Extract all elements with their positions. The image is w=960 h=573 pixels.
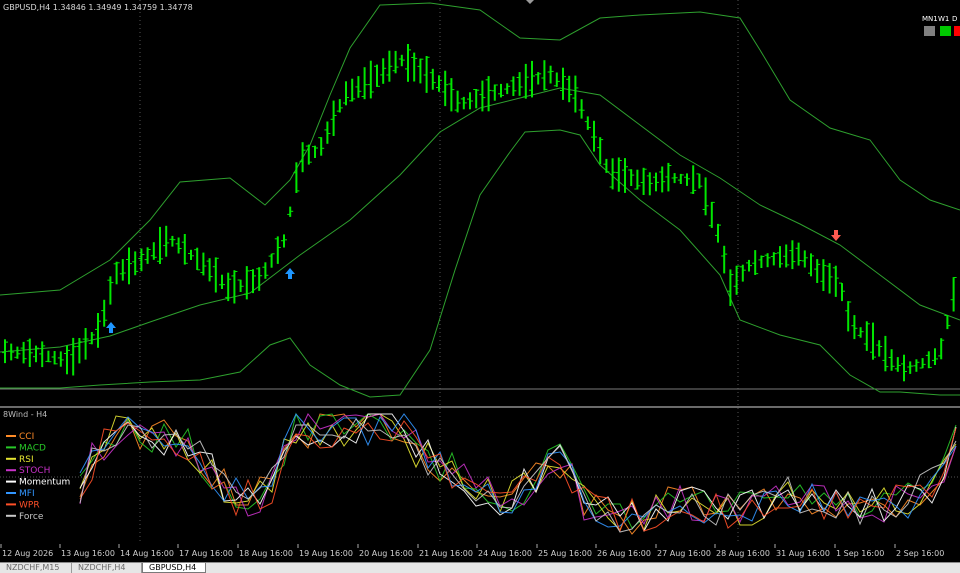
date-label: 12 Aug 2026 xyxy=(2,549,53,558)
date-label: 27 Aug 16:00 xyxy=(657,549,711,558)
chart-tabs: NZDCHF,M15 NZDCHF,H4 GBPUSD,H4 xyxy=(0,562,960,573)
date-label: 21 Aug 16:00 xyxy=(419,549,473,558)
date-label: 28 Aug 16:00 xyxy=(716,549,770,558)
date-label: 14 Aug 16:00 xyxy=(120,549,174,558)
date-label: 24 Aug 16:00 xyxy=(478,549,532,558)
chart-window[interactable]: GBPUSD,H4 1.34846 1.34949 1.34759 1.3477… xyxy=(0,0,960,572)
date-label: 18 Aug 16:00 xyxy=(239,549,293,558)
indicator-title: 8Wind - H4 xyxy=(3,410,47,419)
legend-label: STOCH xyxy=(19,466,50,476)
timeframe-label: D xyxy=(952,15,957,23)
date-label: 2 Sep 16:00 xyxy=(896,549,944,558)
legend-label: RSI xyxy=(19,455,34,465)
timeframe-status-box xyxy=(954,26,960,36)
date-label: 13 Aug 16:00 xyxy=(61,549,115,558)
date-label: 19 Aug 16:00 xyxy=(299,549,353,558)
date-label: 26 Aug 16:00 xyxy=(597,549,651,558)
timeframe-label: MN1 xyxy=(922,15,938,23)
date-label: 31 Aug 16:00 xyxy=(776,549,830,558)
timeframe-status-box xyxy=(940,26,951,36)
symbol-title: GBPUSD,H4 1.34846 1.34949 1.34759 1.3477… xyxy=(3,3,193,12)
legend-label: WPR xyxy=(19,500,40,510)
legend-label: Momentum xyxy=(19,478,70,488)
panel-separator[interactable] xyxy=(0,406,960,408)
timeframe-status-box xyxy=(924,26,935,36)
date-label: 25 Aug 16:00 xyxy=(538,549,592,558)
legend-label: Force xyxy=(19,512,44,522)
legend-label: MFI xyxy=(19,489,35,499)
date-label: 1 Sep 16:00 xyxy=(836,549,884,558)
date-label: 20 Aug 16:00 xyxy=(359,549,413,558)
date-label: 17 Aug 16:00 xyxy=(179,549,233,558)
timeframe-label: W1 xyxy=(938,15,949,23)
legend-label: CCI xyxy=(19,432,34,442)
legend-label: MACD xyxy=(19,443,46,453)
